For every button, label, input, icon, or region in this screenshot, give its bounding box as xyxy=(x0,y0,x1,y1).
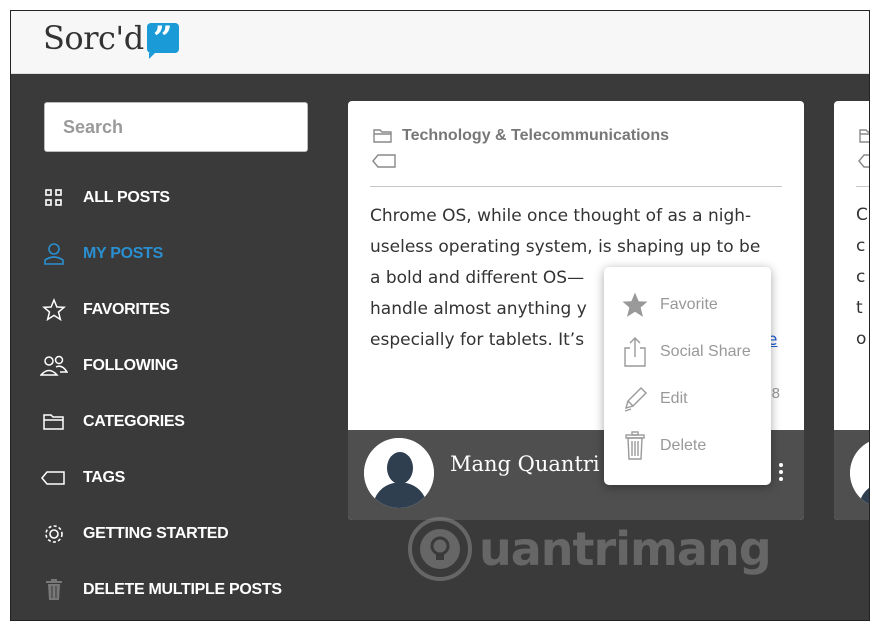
post-text-line: useless operating system, is shaping up … xyxy=(370,237,761,257)
watermark: uantrimang xyxy=(407,516,772,582)
sidebar-item-label: DELETE MULTIPLE POSTS xyxy=(83,581,282,598)
app-window: Sorc'd ” ALL POSTS MY POSTS FAVORITES xyxy=(10,10,870,621)
sidebar-item-following[interactable]: FOLLOWING xyxy=(39,346,319,386)
card-divider xyxy=(370,186,782,187)
post-category[interactable]: Technology & Telecommunications xyxy=(372,127,669,145)
menu-item-label: Edit xyxy=(660,390,688,407)
sidebar-item-tags[interactable]: TAGS xyxy=(39,458,319,498)
sidebar-item-label: TAGS xyxy=(83,469,126,486)
menu-item-edit[interactable]: Edit xyxy=(618,379,768,419)
sidebar-item-all-posts[interactable]: ALL POSTS xyxy=(39,178,319,218)
tag-icon[interactable] xyxy=(372,153,398,174)
sidebar-item-label: CATEGORIES xyxy=(83,413,185,430)
tag-icon xyxy=(39,465,69,491)
people-icon xyxy=(39,353,69,379)
sidebar-item-categories[interactable]: CATEGORIES xyxy=(39,402,319,442)
post-stat-count: 8 xyxy=(771,385,780,402)
search-input[interactable] xyxy=(44,102,308,152)
post-text-line: c xyxy=(856,267,866,287)
card-divider xyxy=(856,186,869,187)
star-icon xyxy=(618,290,652,320)
trash-icon xyxy=(618,431,652,461)
grid-icon xyxy=(39,185,69,211)
avatar[interactable] xyxy=(850,438,869,508)
folder-icon xyxy=(373,129,392,143)
post-text-line: c xyxy=(856,236,866,256)
menu-item-label: Favorite xyxy=(660,296,718,313)
pencil-icon xyxy=(618,385,652,413)
post-text-line: t xyxy=(856,298,863,318)
sidebar-item-label: GETTING STARTED xyxy=(83,525,229,542)
sidebar-item-favorites[interactable]: FAVORITES xyxy=(39,290,319,330)
post-text-line: C xyxy=(856,205,868,225)
more-options-icon[interactable] xyxy=(778,460,784,484)
tag-icon xyxy=(858,153,869,174)
category-label: Technology & Telecommunications xyxy=(402,127,669,144)
sidebar-item-my-posts[interactable]: MY POSTS xyxy=(39,234,319,274)
menu-item-favorite[interactable]: Favorite xyxy=(618,285,768,325)
trash-icon xyxy=(39,577,69,603)
sidebar-item-label: FAVORITES xyxy=(83,301,170,318)
app-logo-text[interactable]: Sorc'd xyxy=(43,19,144,57)
sidebar-item-label: ALL POSTS xyxy=(83,189,170,206)
card-footer xyxy=(834,430,869,520)
sidebar-item-getting-started[interactable]: GETTING STARTED xyxy=(39,514,319,554)
sidebar-item-delete-multiple-posts[interactable]: DELETE MULTIPLE POSTS xyxy=(39,570,319,610)
folder-icon xyxy=(858,127,869,145)
author-name[interactable]: Mang Quantri xyxy=(450,452,600,476)
lightbulb-icon xyxy=(408,517,472,581)
user-icon xyxy=(39,241,69,267)
menu-item-delete[interactable]: Delete xyxy=(618,426,768,466)
sidebar: ALL POSTS MY POSTS FAVORITES FOLLOWING C xyxy=(11,74,331,620)
watermark-text: uantrimang xyxy=(479,522,772,576)
share-icon xyxy=(618,336,652,368)
post-card-secondary[interactable]: C c c t o xyxy=(834,101,869,520)
folder-icon xyxy=(39,409,69,435)
star-outline-icon xyxy=(39,297,69,323)
menu-item-label: Social Share xyxy=(660,343,751,360)
menu-item-label: Delete xyxy=(660,437,707,454)
post-context-menu: Favorite Social Share Edit Delete xyxy=(604,267,771,485)
post-text-line: Chrome OS, while once thought of as a ni… xyxy=(370,206,752,226)
quote-logo-icon[interactable]: ” xyxy=(147,19,179,59)
post-text-line: o xyxy=(856,329,867,349)
sidebar-item-label: MY POSTS xyxy=(83,245,163,262)
sidebar-item-label: FOLLOWING xyxy=(83,357,179,374)
avatar[interactable] xyxy=(364,438,434,508)
gear-icon xyxy=(39,521,69,547)
menu-item-social-share[interactable]: Social Share xyxy=(618,332,768,372)
top-header: Sorc'd ” xyxy=(11,11,869,74)
